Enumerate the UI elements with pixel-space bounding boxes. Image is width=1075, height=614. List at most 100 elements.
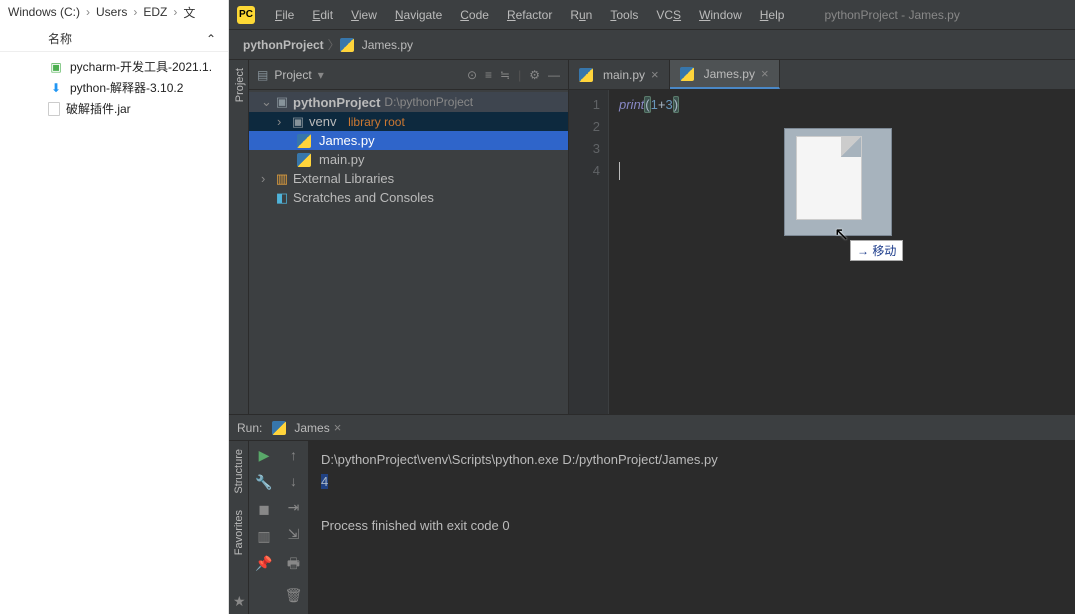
project-tool-tab[interactable]: Project <box>229 60 248 110</box>
list-item[interactable]: ⬇ python-解释器-3.10.2 <box>0 77 228 98</box>
column-name: 名称 <box>48 30 72 47</box>
file-name: James.py <box>319 133 375 148</box>
run-config[interactable]: James <box>294 421 329 435</box>
explorer-breadcrumb[interactable]: Windows (C:) › Users › EDZ › 文 <box>0 0 228 24</box>
favorites-tool-tab[interactable]: Favorites <box>231 502 247 563</box>
close-icon[interactable]: × <box>761 66 769 81</box>
up-icon[interactable]: ↑ <box>290 447 297 463</box>
wrap-icon[interactable]: ⇥ <box>288 499 300 516</box>
crumb[interactable]: 文 <box>183 4 195 21</box>
menu-tools[interactable]: Tools <box>602 6 646 24</box>
scratches-icon: ◧ <box>275 191 289 205</box>
close-icon[interactable]: × <box>651 67 659 82</box>
python-icon <box>579 68 593 82</box>
tree-file-james[interactable]: James.py <box>249 131 568 150</box>
star-icon[interactable]: ★ <box>233 593 246 610</box>
dropdown-icon[interactable]: ▾ <box>318 68 324 82</box>
nav-file[interactable]: James.py <box>358 38 417 52</box>
window-title: pythonProject - James.py <box>824 8 959 22</box>
crumb[interactable]: Users <box>96 5 127 19</box>
console-exit: Process finished with exit code 0 <box>321 515 1063 537</box>
left-strip: Structure Favorites <box>229 441 249 614</box>
archive-icon: ▣ <box>48 59 64 75</box>
menu-edit[interactable]: Edit <box>304 6 341 24</box>
collapse-icon[interactable]: ≒ <box>500 68 510 82</box>
console-output[interactable]: D:\pythonProject\venv\Scripts\python.exe… <box>309 441 1075 614</box>
scratches-label: Scratches and Consoles <box>293 190 434 205</box>
crumb[interactable]: EDZ <box>143 5 167 19</box>
tab-label: main.py <box>603 68 645 82</box>
menu-file[interactable]: File <box>267 6 302 24</box>
down-icon[interactable]: ↓ <box>290 473 297 489</box>
explorer-column-header[interactable]: 名称 ⌃ <box>0 24 228 52</box>
arrow-icon: → <box>857 244 869 258</box>
menu-view[interactable]: View <box>343 6 385 24</box>
expand-icon[interactable]: ≡ <box>485 68 492 82</box>
run-tool-window: Run: James × Structure Favorites ▶ 🔧 ◼ ▥… <box>229 414 1075 614</box>
project-tree: ⌄ ▣ pythonProject D:\pythonProject › ▣ v… <box>249 90 568 209</box>
chevron-right-icon[interactable]: › <box>277 114 287 129</box>
console-result: 4 <box>321 474 328 489</box>
print-icon[interactable]: 🖶 <box>287 553 300 577</box>
line-no: 3 <box>569 138 600 160</box>
list-item[interactable]: ▣ pycharm-开发工具-2021.1. <box>0 56 228 77</box>
file-name: main.py <box>319 152 365 167</box>
menu-navigate[interactable]: Navigate <box>387 6 450 24</box>
line-no: 4 <box>569 160 600 182</box>
tree-scratches[interactable]: ◧ Scratches and Consoles <box>249 188 568 207</box>
line-no: 1 <box>569 94 600 116</box>
project-title-text[interactable]: Project <box>274 68 311 82</box>
code[interactable]: print(1+3) <box>609 90 689 414</box>
minimize-icon[interactable]: — <box>548 68 560 82</box>
editor-area: main.py × James.py × 1 2 3 4 print(1+3) <box>569 60 1075 414</box>
code-line[interactable]: print(1+3) <box>619 94 679 116</box>
chevron-right-icon[interactable]: › <box>261 171 271 186</box>
app-logo-icon: PC <box>237 6 255 24</box>
menu-code[interactable]: Code <box>452 6 497 24</box>
console-cmd: D:\pythonProject\venv\Scripts\python.exe… <box>321 449 1063 471</box>
crumb-sep: › <box>133 5 137 19</box>
libraries-icon: ▥ <box>275 172 289 186</box>
caret <box>619 162 620 180</box>
tab-james[interactable]: James.py × <box>670 60 780 89</box>
crumb[interactable]: Windows (C:) <box>8 5 80 19</box>
file-icon <box>48 102 60 116</box>
tree-root[interactable]: ⌄ ▣ pythonProject D:\pythonProject <box>249 92 568 112</box>
play-icon[interactable]: ▶ <box>259 447 270 464</box>
menu-vcs[interactable]: VCS <box>648 6 689 24</box>
menu-help[interactable]: Help <box>752 6 793 24</box>
tree-external-libs[interactable]: › ▥ External Libraries <box>249 169 568 188</box>
file-name: 破解插件.jar <box>66 100 131 117</box>
sort-icon[interactable]: ⌃ <box>206 32 216 46</box>
wrench-icon[interactable]: 🔧 <box>255 474 272 491</box>
tab-main[interactable]: main.py × <box>569 60 670 89</box>
ide-window: PC File Edit View Navigate Code Refactor… <box>229 0 1075 614</box>
tree-venv[interactable]: › ▣ venv library root <box>249 112 568 131</box>
gear-icon[interactable]: ⚙ <box>529 68 540 82</box>
stop-icon[interactable]: ◼ <box>258 501 270 518</box>
external-libs-label: External Libraries <box>293 171 394 186</box>
python-icon <box>680 67 694 81</box>
project-folder-icon: ▤ <box>257 68 268 82</box>
menu-run[interactable]: Run <box>562 6 600 24</box>
locate-icon[interactable]: ⊙ <box>467 68 477 82</box>
layout-icon[interactable]: ▥ <box>257 528 270 545</box>
trash-icon[interactable]: 🗑 <box>285 587 303 604</box>
file-explorer: Windows (C:) › Users › EDZ › 文 名称 ⌃ ▣ py… <box>0 0 229 614</box>
nav-project[interactable]: pythonProject <box>239 38 328 52</box>
menu-refactor[interactable]: Refactor <box>499 6 560 24</box>
menu-window[interactable]: Window <box>691 6 750 24</box>
file-name: pycharm-开发工具-2021.1. <box>70 58 212 75</box>
scroll-icon[interactable]: ⇲ <box>288 526 300 543</box>
root-path: D:\pythonProject <box>384 95 473 109</box>
python-icon <box>340 38 354 52</box>
pin-icon[interactable]: 📌 <box>255 555 272 572</box>
list-item[interactable]: 破解插件.jar <box>0 98 228 119</box>
navigation-bar: pythonProject 〉 James.py <box>229 30 1075 60</box>
nav-sep: 〉 <box>328 36 340 53</box>
tree-file-main[interactable]: main.py <box>249 150 568 169</box>
chevron-down-icon[interactable]: ⌄ <box>261 94 271 110</box>
close-icon[interactable]: × <box>334 420 342 435</box>
project-panel: ▤ Project ▾ ⊙ ≡ ≒ | ⚙ — ⌄ ▣ pythonProjec <box>249 60 569 414</box>
structure-tool-tab[interactable]: Structure <box>231 441 247 502</box>
